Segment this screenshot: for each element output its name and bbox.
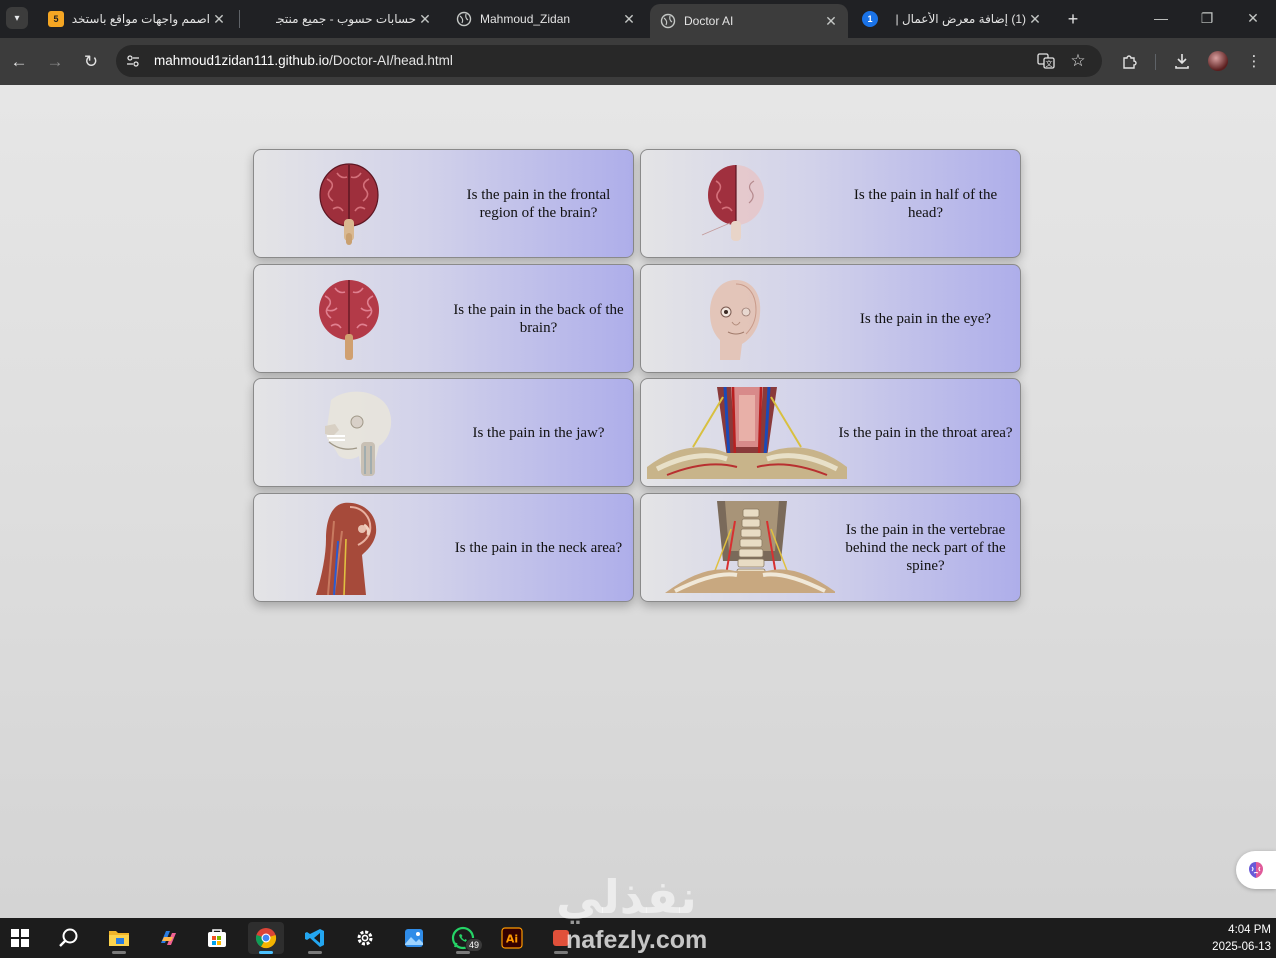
tab-5[interactable]: 1 (1) إضافة معرض الأعمال | ✕ <box>852 0 1052 38</box>
tab-title: (1) إضافة معرض الأعمال | <box>895 12 1026 26</box>
reload-button[interactable]: ↻ <box>77 48 105 76</box>
running-indicator <box>308 951 322 954</box>
vscode-icon[interactable] <box>297 922 333 954</box>
copilot-icon[interactable] <box>150 922 186 954</box>
whatsapp-icon[interactable]: 49 <box>445 922 483 954</box>
question-text: Is the pain in the vertebrae behind the … <box>845 521 1006 574</box>
back-button[interactable]: ← <box>5 48 33 76</box>
cervical-spine-icon <box>665 494 835 601</box>
close-icon[interactable]: ✕ <box>822 12 840 30</box>
close-icon[interactable]: ✕ <box>416 10 434 28</box>
chrome-icon[interactable] <box>248 922 284 954</box>
question-card-half-head[interactable]: Is the pain in half of the head? <box>640 149 1021 258</box>
globe-icon <box>660 13 676 29</box>
tab-title: Mahmoud_Zidan <box>480 12 571 26</box>
globe-icon <box>456 11 472 27</box>
svg-text:文: 文 <box>1046 59 1053 68</box>
brain-half-icon <box>641 150 831 257</box>
close-icon[interactable]: ✕ <box>210 10 228 28</box>
close-window-button[interactable]: ✕ <box>1230 0 1276 36</box>
microsoft-store-icon[interactable] <box>199 922 235 954</box>
url-path: /Doctor-AI/head.html <box>329 53 453 68</box>
extensions-puzzle-icon[interactable] <box>1119 50 1141 72</box>
tab-1[interactable]: 5 اصمم واجهات مواقع باستخدام ✕ <box>38 0 236 38</box>
clock-time: 4:04 PM <box>1228 924 1271 936</box>
active-indicator <box>259 951 273 954</box>
tab-favicon-icon <box>252 11 268 27</box>
question-card-frontal[interactable]: Is the pain in the frontal region of the… <box>253 149 634 258</box>
tab-favicon-icon: 5 <box>48 11 64 27</box>
skull-jaw-icon <box>254 379 444 486</box>
question-text: Is the pain in the throat area? <box>838 424 1013 441</box>
address-bar[interactable]: mahmoud1zidan111.github.io/Doctor-AI/hea… <box>116 45 1102 77</box>
illustrator-icon[interactable]: Ai <box>494 922 530 954</box>
close-icon[interactable]: ✕ <box>620 10 638 28</box>
clock-date: 2025-06-13 <box>1212 941 1271 953</box>
profile-avatar[interactable] <box>1208 51 1228 71</box>
forward-button[interactable]: → <box>41 48 69 76</box>
tab-2[interactable]: حسابات حسوب - جميع منتجات ✕ <box>242 0 442 38</box>
running-indicator <box>456 951 470 954</box>
download-icon[interactable] <box>1171 50 1193 72</box>
question-card-eye[interactable]: Is the pain in the eye? <box>640 264 1021 373</box>
neck-anatomy-icon <box>254 494 444 601</box>
restore-button[interactable]: ❐ <box>1184 0 1230 36</box>
question-card-neck[interactable]: Is the pain in the neck area? <box>253 493 634 602</box>
brain-front-icon <box>254 150 444 257</box>
question-text: Is the pain in half of the head? <box>853 186 998 221</box>
watermark-latin: nafezly.com <box>566 926 708 954</box>
more-menu-icon[interactable]: ⋮ <box>1243 50 1265 72</box>
throat-anatomy-icon <box>647 379 847 486</box>
question-card-back-brain[interactable]: Is the pain in the back of the brain? <box>253 264 634 373</box>
question-card-throat[interactable]: Is the pain in the throat area? <box>640 378 1021 487</box>
page-viewport: Is the pain in the frontal region of the… <box>0 85 1276 918</box>
file-explorer-icon[interactable] <box>101 922 137 954</box>
question-text: Is the pain in the jaw? <box>472 424 605 441</box>
notification-badge: 49 <box>465 938 483 952</box>
question-text: Is the pain in the eye? <box>859 310 992 327</box>
question-card-cervical-spine[interactable]: Is the pain in the vertebrae behind the … <box>640 493 1021 602</box>
photos-icon[interactable] <box>396 922 432 954</box>
tab-title: حسابات حسوب - جميع منتجات <box>276 12 416 26</box>
head-eye-icon <box>641 265 831 372</box>
question-card-jaw[interactable]: Is the pain in the jaw? <box>253 378 634 487</box>
question-text: Is the pain in the frontal region of the… <box>466 186 611 221</box>
close-icon[interactable]: ✕ <box>1026 10 1044 28</box>
start-windows-icon[interactable] <box>2 922 38 954</box>
site-info-icon[interactable] <box>124 52 142 70</box>
search-icon[interactable] <box>51 922 87 954</box>
tab-title: اصمم واجهات مواقع باستخدام <box>72 12 210 26</box>
question-text: Is the pain in the neck area? <box>454 539 623 556</box>
brain-assistant-icon <box>1249 862 1263 878</box>
tab-3[interactable]: Mahmoud_Zidan ✕ <box>446 0 646 38</box>
running-indicator <box>112 951 126 954</box>
toolbar-separator <box>1155 54 1156 70</box>
url-text[interactable]: mahmoud1zidan111.github.io/Doctor-AI/hea… <box>154 53 453 68</box>
minimize-button[interactable]: — <box>1138 0 1184 36</box>
settings-gear-icon[interactable] <box>347 922 383 954</box>
brain-back-icon <box>254 265 444 372</box>
tab-4-active[interactable]: Doctor AI ✕ <box>650 4 848 38</box>
tab-strip: ▾ 5 اصمم واجهات مواقع باستخدام ✕ حسابات … <box>0 0 1276 38</box>
question-text: Is the pain in the back of the brain? <box>453 301 624 336</box>
tab-title: Doctor AI <box>684 14 734 28</box>
tab-search-chevron-icon[interactable]: ▾ <box>6 7 28 29</box>
translate-icon[interactable]: 文 <box>1036 51 1056 71</box>
ai-assistant-button[interactable] <box>1236 851 1276 889</box>
tab-separator <box>239 10 240 28</box>
system-clock[interactable]: 4:04 PM 2025-06-13 <box>1212 922 1271 956</box>
watermark-arabic: نفذلي <box>556 870 697 924</box>
url-host: mahmoud1zidan111.github.io <box>154 53 330 68</box>
tab-favicon-icon: 1 <box>862 11 878 27</box>
bookmark-star-icon[interactable]: ☆ <box>1068 51 1088 71</box>
browser-toolbar: ← → ↻ mahmoud1zidan111.github.io/Doctor-… <box>0 38 1276 85</box>
new-tab-button[interactable]: + <box>1062 8 1084 30</box>
svg-text:Ai: Ai <box>506 933 518 946</box>
